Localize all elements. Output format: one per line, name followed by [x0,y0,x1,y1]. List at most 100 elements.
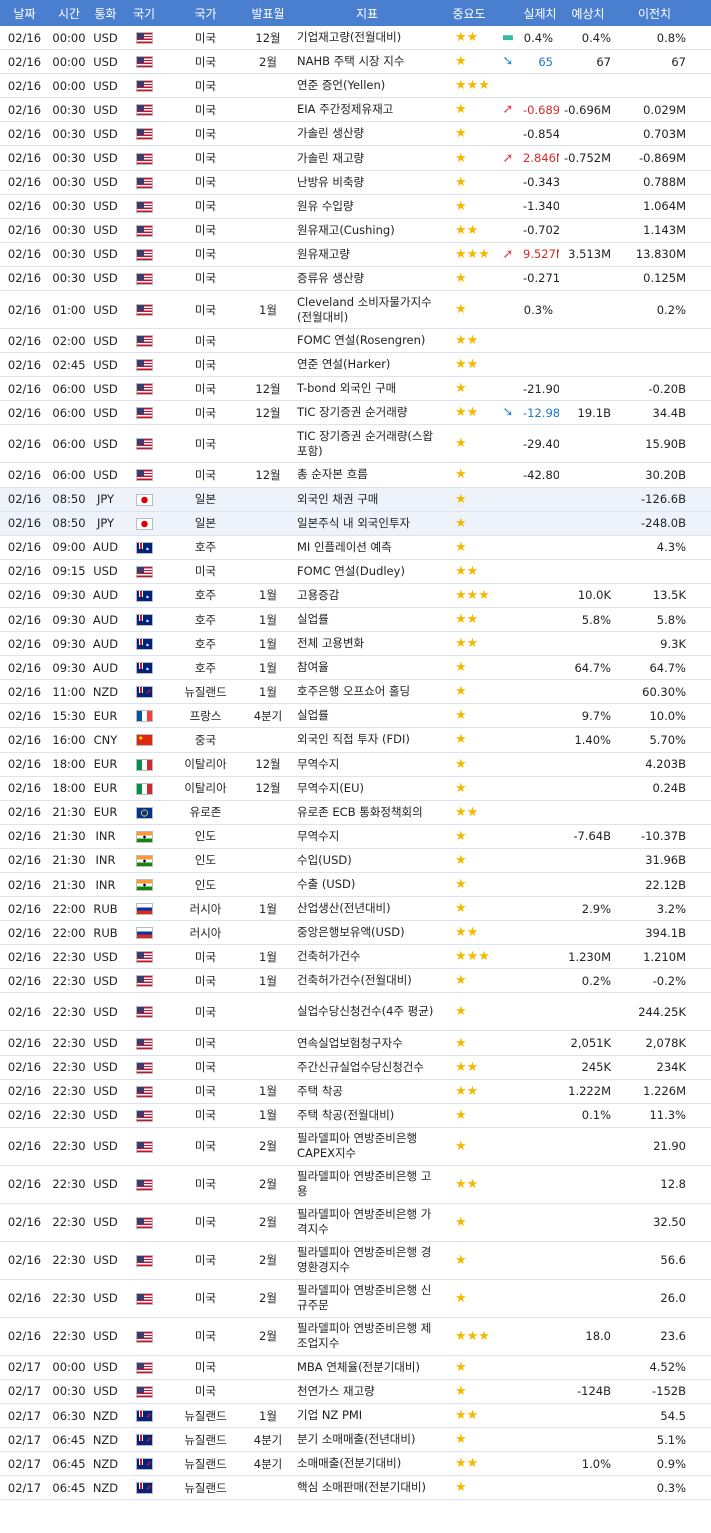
indicator-cell[interactable]: 건축허가건수 [291,944,443,970]
header-country[interactable]: 국가 [166,0,245,26]
table-row[interactable]: 02/1600:30USD 미국 원유재고량 ★★★ ➚ 9.527M3.513M13.8… [0,242,711,267]
indicator-cell[interactable]: 필라델피아 연방준비은행 CAPEX지수 [291,1127,443,1166]
indicator-cell[interactable]: 필라델피아 연방준비은행 가격지수 [291,1203,443,1242]
indicator-cell[interactable]: FOMC 연설(Dudley) [291,559,443,584]
table-row[interactable]: 02/1600:30USD 미국 EIA 주간정제유재고 ★ ➚ -0.689M-0.69… [0,97,711,123]
indicator-cell[interactable]: 주택 착공(전월대비) [291,1103,443,1128]
table-row[interactable]: 02/16 02:45 USD 미국 연준 연설(Harker) ★★ [0,352,711,378]
table-row[interactable]: 02/16 22:30 USD 미국 2월 필라델피아 연방준비은행 CAPEX지수 ★ 21… [0,1127,711,1166]
table-row[interactable]: 02/1606:00USD 미국12월총 순자본 흐름 ★ -42.80B 30.20B [0,462,711,488]
indicator-cell[interactable]: 연준 연설(Harker) [291,352,443,378]
indicator-cell[interactable]: 참여율 [291,655,443,681]
table-row[interactable]: 02/17 06:45 NZD 뉴질랜드 4분기 소매매출(전분기대비) ★★ 1.0% 0.9… [0,1451,711,1477]
indicator-cell[interactable]: 외국인 채권 구매 [291,487,443,512]
indicator-cell[interactable]: 수입(USD) [291,848,443,874]
table-row[interactable]: 02/16 08:50 JPY 일본 일본주식 내 외국인투자 ★ -248.0B [0,511,711,536]
table-row[interactable]: 02/16 06:00 USD 미국 TIC 장기증권 순거래량(스왑 포함) ★ -29.… [0,424,711,464]
table-row[interactable]: 02/16 01:00 USD 미국 1월 Cleveland 소비자물가지수(전월대비)… [0,290,711,330]
indicator-cell[interactable]: 필라델피아 연방준비은행 고용 [291,1165,443,1204]
table-row[interactable]: 02/16 22:30 USD 미국 2월 필라델피아 연방준비은행 가격지수 ★ 32.50 [0,1203,711,1242]
table-row[interactable]: 02/1606:00USD 미국12월T-bond 외국인 구매 ★ -21.90B -… [0,376,711,402]
header-importance[interactable]: 중요도 [443,0,495,26]
table-row[interactable]: 02/16 22:30 USD 미국 실업수당신청건수(4주 평균) ★ 244.25K [0,992,711,1032]
indicator-cell[interactable]: 원유 수입량 [291,194,443,219]
table-row[interactable]: 02/16 08:50 JPY 일본 외국인 채권 구매 ★ -126.6B [0,487,711,512]
table-row[interactable]: 02/16 09:30 AUD 호주 1월 참여율 ★ 64.7% 64.7% [0,655,711,681]
indicator-cell[interactable]: TIC 장기증권 순거래량 [291,400,443,426]
header-indicator[interactable]: 지표 [291,0,443,26]
indicator-cell[interactable]: 전체 고용변화 [291,631,443,657]
indicator-cell[interactable]: 호주은행 오프쇼어 홀딩 [291,679,443,705]
indicator-cell[interactable]: TIC 장기증권 순거래량(스왑 포함) [291,424,443,464]
indicator-cell[interactable]: 실업률 [291,607,443,633]
indicator-cell[interactable]: T-bond 외국인 구매 [291,376,443,402]
table-row[interactable]: 02/17 00:30 USD 미국 천연가스 재고량 ★ -124B -152B [0,1379,711,1405]
indicator-cell[interactable]: 기업 NZ PMI [291,1403,443,1429]
table-row[interactable]: 02/16 18:00 EUR 이탈리아 12월 무역수지 ★ 4.203B [0,752,711,777]
indicator-cell[interactable]: FOMC 연설(Rosengren) [291,328,443,354]
indicator-cell[interactable]: 산업생산(전년대비) [291,896,443,922]
header-release-month[interactable]: 발표월 [245,0,291,26]
table-row[interactable]: 02/16 00:00 USD 미국 2월 NAHB 주택 시장 지수 ★ ➘ 65 67 67 [0,49,711,75]
table-row[interactable]: 02/16 09:15 USD 미국 FOMC 연설(Dudley) ★★ [0,559,711,584]
table-row[interactable]: 02/1600:30USD 미국 원유재고(Cushing) ★★ -0.702M 1.1… [0,218,711,243]
indicator-cell[interactable]: 건축허가건수(전월대비) [291,968,443,994]
table-row[interactable]: 02/16 22:30 USD 미국 2월 필라델피아 연방준비은행 경영환경지수 ★ 56.… [0,1241,711,1280]
header-date[interactable]: 날짜 [0,0,49,26]
indicator-cell[interactable]: 연속실업보험청구자수 [291,1030,443,1056]
indicator-cell[interactable]: 필라델피아 연방준비은행 경영환경지수 [291,1241,443,1280]
table-row[interactable]: 02/16 21:30 INR 인도 수입(USD) ★ 31.96B [0,848,711,874]
indicator-cell[interactable]: NAHB 주택 시장 지수 [291,49,443,75]
indicator-cell[interactable]: 연준 증언(Yellen) [291,73,443,99]
indicator-cell[interactable]: 주택 착공 [291,1079,443,1104]
indicator-cell[interactable]: 일본주식 내 외국인투자 [291,511,443,536]
table-row[interactable]: 02/16 22:30 USD 미국 1월 주택 착공(전월대비) ★ 0.1% 11.3% [0,1103,711,1128]
table-row[interactable]: 02/16 22:30 USD 미국 1월 주택 착공 ★★ 1.222M 1.226M [0,1079,711,1104]
header-more[interactable]: 차 [692,0,711,26]
table-row[interactable]: 02/1600:30USD 미국 난방유 비축량 ★ -0.343M 0.788M [0,170,711,195]
table-row[interactable]: 02/16 09:30 AUD 호주 1월 고용증감 ★★★ 10.0K 13.5K [0,583,711,608]
table-row[interactable]: 02/16 11:00 NZD 뉴질랜드 1월 호주은행 오프쇼어 홀딩 ★ 60.30% [0,679,711,705]
indicator-cell[interactable]: MBA 연체율(전분기대비) [291,1355,443,1380]
table-row[interactable]: 02/16 09:00 AUD 호주 MI 인플레이션 예측 ★ 4.3% [0,535,711,560]
indicator-cell[interactable]: 핵심 소매판매(전분기대비) [291,1475,443,1501]
table-row[interactable]: 02/16 21:30 INR 인도 무역수지 ★ -7.64B -10.37B [0,824,711,849]
header-previous[interactable]: 이전치 [617,0,692,26]
indicator-cell[interactable]: 필라델피아 연방준비은행 제조업지수 [291,1317,443,1356]
table-row[interactable]: 02/16 22:30 USD 미국 1월 건축허가건수(전월대비) ★ 0.2% -0.2% [0,968,711,994]
indicator-cell[interactable]: 분기 소매매출(전년대비) [291,1427,443,1453]
indicator-cell[interactable]: 가솔린 재고량 [291,145,443,171]
indicator-cell[interactable]: 무역수지 [291,824,443,849]
table-row[interactable]: 02/16 22:00 RUB 러시아 중앙은행보유액(USD) ★★ 394.1B [0,920,711,946]
table-row[interactable]: 02/1600:30USD 미국 가솔린 생산량 ★ -0.854M 0.703M [0,121,711,147]
table-row[interactable]: 02/16 22:30 USD 미국 2월 필라델피아 연방준비은행 고용 ★★ 12.8 [0,1165,711,1204]
indicator-cell[interactable]: 기업재고량(전월대비) [291,26,443,51]
indicator-cell[interactable]: 실업수당신청건수(4주 평균) [291,992,443,1032]
indicator-cell[interactable]: MI 인플레이션 예측 [291,535,443,560]
indicator-cell[interactable]: 가솔린 생산량 [291,121,443,147]
indicator-cell[interactable]: 원유재고량 [291,242,443,267]
table-row[interactable]: 02/16 18:00 EUR 이탈리아 12월 무역수지(EU) ★ 0.24B [0,776,711,801]
indicator-cell[interactable]: 유로존 ECB 통화정책회의 [291,800,443,825]
header-forecast[interactable]: 예상치 [559,0,617,26]
table-row[interactable]: 02/16 22:30 USD 미국 주간신규실업수당신청건수 ★★ 245K 234K [0,1055,711,1080]
indicator-cell[interactable]: 실업률 [291,703,443,729]
table-row[interactable]: 02/16 22:30 USD 미국 1월 건축허가건수 ★★★ 1.230M 1.210M [0,944,711,970]
table-row[interactable]: 02/1600:30USD 미국 가솔린 재고량 ★ ➚ 2.846M-0.752M-0.… [0,145,711,171]
indicator-cell[interactable]: 원유재고(Cushing) [291,218,443,243]
table-row[interactable]: 02/16 06:00 USD 미국 12월 TIC 장기증권 순거래량 ★★ ➘ -12.98… [0,400,711,426]
table-row[interactable]: 02/16 09:30 AUD 호주 1월 전체 고용변화 ★★ 9.3K [0,631,711,657]
indicator-cell[interactable]: 고용증감 [291,583,443,608]
table-row[interactable]: 02/16 00:00 USD 미국 12월 기업재고량(전월대비) ★★ ▬ 0.4% 0.4%… [0,26,711,51]
table-row[interactable]: 02/1600:30USD 미국 증류유 생산량 ★ -0.271M 0.125M [0,266,711,292]
table-row[interactable]: 02/17 06:30 NZD 뉴질랜드 1월 기업 NZ PMI ★★ 54.5 [0,1403,711,1429]
table-row[interactable]: 02/1600:30USD 미국 원유 수입량 ★ -1.340M 1.064M [0,194,711,219]
indicator-cell[interactable]: 난방유 비축량 [291,170,443,195]
header-time[interactable]: 시간 [49,0,89,26]
table-row[interactable]: 02/16 02:00 USD 미국 FOMC 연설(Rosengren) ★★ [0,328,711,354]
table-row[interactable]: 02/16 16:00 CNY 중국 외국인 직접 투자 (FDI) ★ 1.40% 5.70… [0,727,711,753]
header-trend[interactable] [495,0,521,26]
indicator-cell[interactable]: 필라델피아 연방준비은행 신규주문 [291,1279,443,1318]
table-row[interactable]: 02/17 00:00 USD 미국 MBA 연체율(전분기대비) ★ 4.52% [0,1355,711,1380]
table-row[interactable]: 02/16 09:30 AUD 호주 1월 실업률 ★★ 5.8% 5.8% [0,607,711,633]
